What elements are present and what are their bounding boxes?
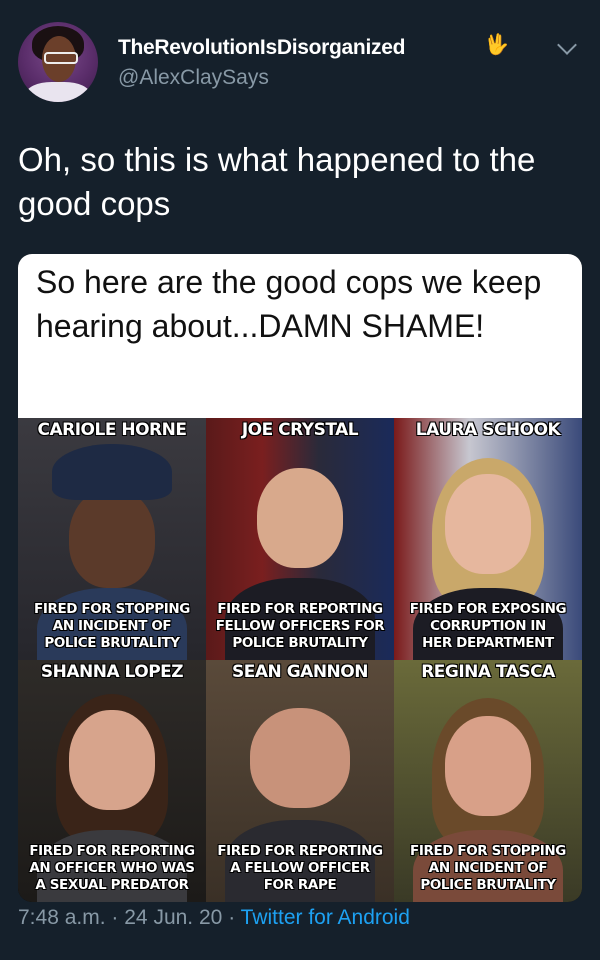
tweet-source-link[interactable]: Twitter for Android	[241, 906, 410, 929]
chevron-down-icon[interactable]	[557, 35, 577, 55]
officer-caption: FIRED FOR REPORTING AN OFFICER WHO WAS A…	[29, 843, 195, 893]
vulcan-salute-icon: 🖖	[484, 34, 509, 56]
officer-card: SHANNA LOPEZ FIRED FOR REPORTING AN OFFI…	[18, 660, 206, 902]
tweet-time[interactable]: 7:48 a.m.	[18, 906, 106, 929]
tweet-media-image[interactable]: So here are the good cops we keep hearin…	[18, 254, 582, 902]
officer-name: LAURA SCHOOK	[415, 420, 561, 440]
tweet-header: TheRevolutionIsDisorganized 🖖 @AlexClayS…	[18, 18, 582, 102]
officer-name: CARIOLE HORNE	[37, 420, 187, 440]
officer-card: LAURA SCHOOK FIRED FOR EXPOSING CORRUPTI…	[394, 418, 582, 660]
tweet-date[interactable]: 24 Jun. 20	[124, 906, 222, 929]
officer-name: SHANNA LOPEZ	[40, 662, 184, 682]
officer-grid: CARIOLE HORNE FIRED FOR STOPPING AN INCI…	[18, 418, 582, 902]
display-name[interactable]: TheRevolutionIsDisorganized	[118, 36, 405, 60]
user-handle[interactable]: @AlexClaySays	[118, 66, 269, 90]
officer-caption: FIRED FOR STOPPING AN INCIDENT OF POLICE…	[410, 843, 566, 893]
officer-caption: FIRED FOR STOPPING AN INCIDENT OF POLICE…	[34, 601, 190, 651]
avatar[interactable]	[18, 22, 98, 102]
officer-caption: FIRED FOR REPORTING A FELLOW OFFICER FOR…	[217, 843, 383, 893]
officer-card: SEAN GANNON FIRED FOR REPORTING A FELLOW…	[206, 660, 394, 902]
meme-caption: So here are the good cops we keep hearin…	[18, 254, 582, 418]
officer-name: SEAN GANNON	[232, 662, 368, 682]
officer-card: CARIOLE HORNE FIRED FOR STOPPING AN INCI…	[18, 418, 206, 660]
officer-caption: FIRED FOR EXPOSING CORRUPTION IN HER DEP…	[409, 601, 567, 651]
separator: ·	[111, 906, 119, 929]
officer-card: REGINA TASCA FIRED FOR STOPPING AN INCID…	[394, 660, 582, 902]
tweet-text: Oh, so this is what happened to the good…	[18, 141, 536, 222]
officer-name: REGINA TASCA	[421, 662, 555, 682]
officer-card: JOE CRYSTAL FIRED FOR REPORTING FELLOW O…	[206, 418, 394, 660]
separator: ·	[228, 906, 236, 929]
tweet-metadata: 7:48 a.m. · 24 Jun. 20 · Twitter for And…	[18, 906, 410, 930]
officer-name: JOE CRYSTAL	[241, 420, 359, 440]
officer-caption: FIRED FOR REPORTING FELLOW OFFICERS FOR …	[215, 601, 385, 651]
